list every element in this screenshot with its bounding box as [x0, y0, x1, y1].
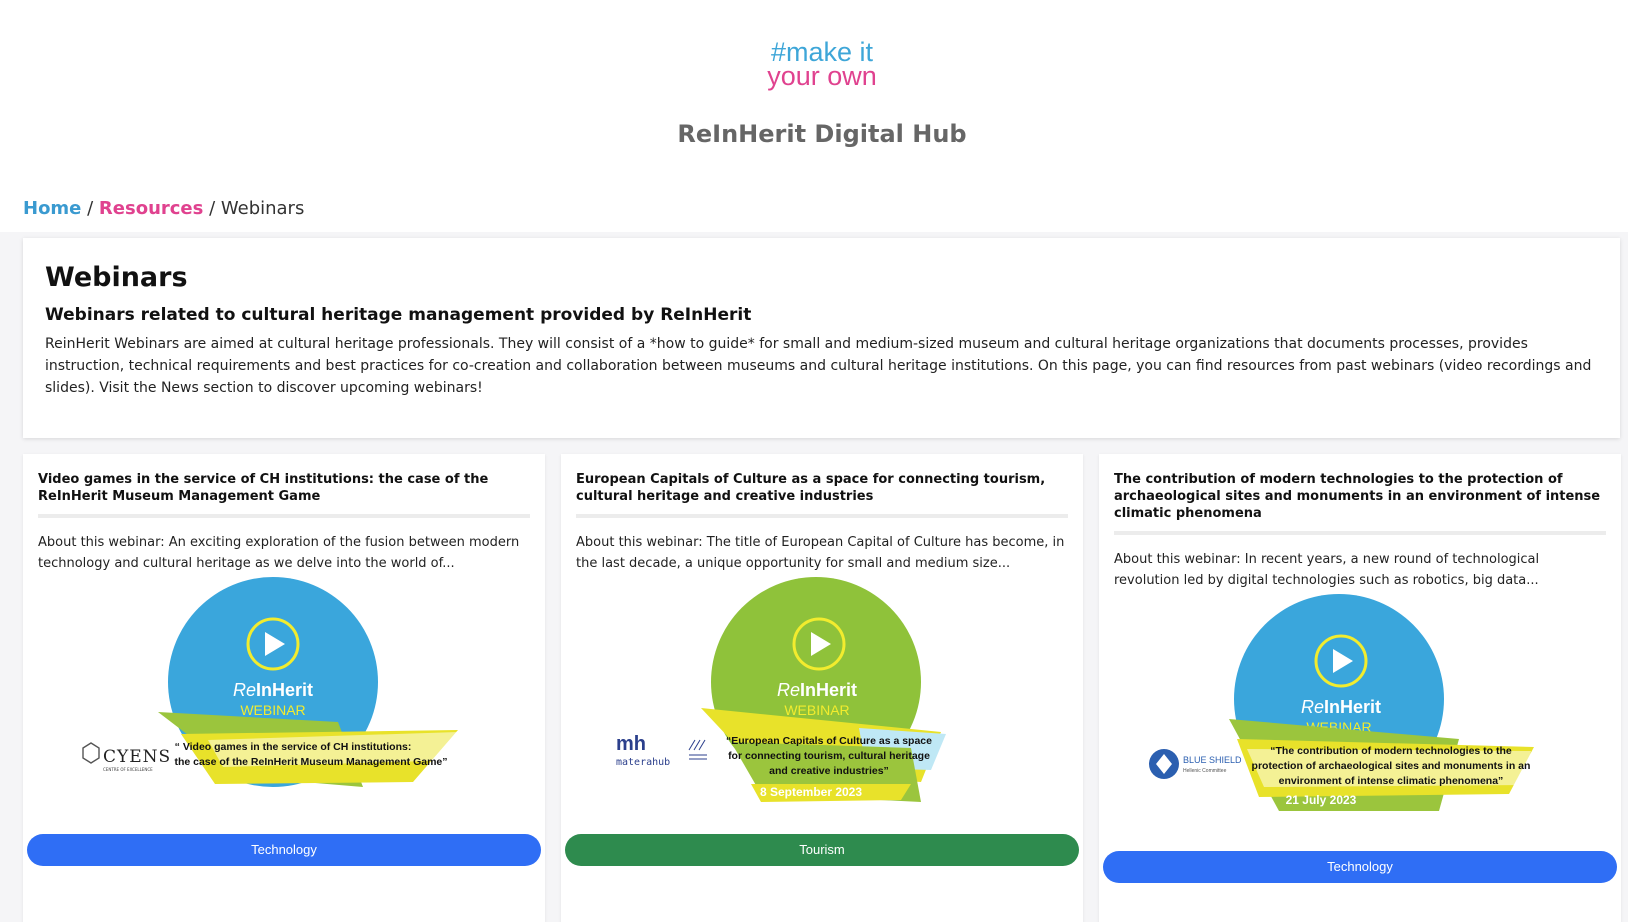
breadcrumb-current: Webinars [220, 198, 305, 219]
webinar-description: About this webinar: In recent years, a n… [1114, 552, 1540, 588]
breadcrumb: Home / Resources / Webinars [23, 198, 304, 219]
page-subtitle: Webinars related to cultural heritage ma… [45, 305, 752, 325]
cyens-partner-logo: CYENS CENTRE OF EXCELLENCE [82, 742, 171, 772]
poster-quote-line: environment of intense climatic phenomen… [1279, 775, 1504, 787]
svg-text:CENTRE OF EXCELLENCE: CENTRE OF EXCELLENCE [103, 767, 153, 772]
blue-shield-partner-logo: BLUE SHIELD Hellenic Committee [1149, 749, 1242, 779]
webinar-poster-image[interactable]: ReInHerit WEBINAR BLUE SHIELD Hellenic C… [1139, 589, 1579, 829]
svg-text:Hellenic Committee: Hellenic Committee [1183, 768, 1227, 774]
materahub-partner-logo: mh materahub [616, 733, 707, 768]
webinar-poster-image[interactable]: ReInHerit WEBINAR mh materahub “European… [601, 572, 1041, 812]
poster-quote-line: and creative industries” [769, 765, 889, 777]
divider [38, 514, 530, 518]
webinar-description: About this webinar: The title of Europea… [576, 535, 1065, 571]
logo-line-2: your own [767, 61, 877, 91]
poster-quote-line: “ Video games in the service of CH insti… [175, 741, 412, 753]
poster-brand: ReInHerit [233, 680, 313, 700]
make-it-your-own-logo[interactable]: #make it your own [752, 39, 892, 91]
poster-quote-line: for connecting tourism, cultural heritag… [728, 750, 930, 762]
poster-quote-line: protection of archaeological sites and m… [1252, 760, 1531, 772]
breadcrumb-separator: / [203, 198, 221, 219]
page-header: #make it your own ReInHerit Digital Hub … [0, 0, 1628, 232]
webinar-title[interactable]: European Capitals of Culture as a space … [576, 471, 1068, 505]
intro-panel: Webinars Webinars related to cultural he… [23, 238, 1620, 438]
poster-quote-line: “European Capitals of Culture as a space [726, 735, 932, 747]
svg-text:mh: mh [616, 733, 646, 755]
poster-webinar-label: WEBINAR [784, 702, 849, 718]
category-tag-technology[interactable]: Technology [1103, 851, 1617, 883]
poster-date: 8 September 2023 [760, 785, 862, 799]
webinar-card[interactable]: European Capitals of Culture as a space … [561, 454, 1083, 922]
poster-brand: ReInHerit [777, 680, 857, 700]
poster-quote-line: the case of the ReInHerit Museum Managem… [174, 756, 447, 768]
poster-date: 21 July 2023 [1286, 793, 1357, 807]
page-title: Webinars [45, 262, 188, 293]
divider [1114, 531, 1606, 535]
intro-text: ReinHerit Webinars are aimed at cultural… [45, 336, 1592, 396]
webinar-description: About this webinar: An exciting explorat… [38, 535, 520, 571]
divider [576, 514, 1068, 518]
breadcrumb-resources-link[interactable]: Resources [99, 198, 203, 219]
webinar-card[interactable]: The contribution of modern technologies … [1099, 454, 1621, 922]
poster-webinar-label: WEBINAR [240, 702, 305, 718]
site-title: ReInHerit Digital Hub [677, 120, 967, 148]
poster-date: 28 Septemper 2023 [234, 785, 343, 799]
svg-text:BLUE SHIELD: BLUE SHIELD [1183, 755, 1242, 765]
webinar-title[interactable]: Video games in the service of CH institu… [38, 471, 530, 505]
poster-brand: ReInHerit [1301, 697, 1381, 717]
breadcrumb-separator: / [81, 198, 99, 219]
category-tag-tourism[interactable]: Tourism [565, 834, 1079, 866]
webinar-title[interactable]: The contribution of modern technologies … [1114, 471, 1606, 522]
category-tag-technology[interactable]: Technology [27, 834, 541, 866]
svg-text:CYENS: CYENS [103, 747, 171, 767]
webinar-card[interactable]: Video games in the service of CH institu… [23, 454, 545, 922]
webinar-poster-image[interactable]: ReInHerit WEBINAR CYENS CENTRE OF EXCELL… [63, 572, 503, 812]
svg-text:materahub: materahub [616, 757, 670, 768]
poster-quote-line: “The contribution of modern technologies… [1270, 745, 1512, 757]
breadcrumb-home-link[interactable]: Home [23, 198, 81, 219]
